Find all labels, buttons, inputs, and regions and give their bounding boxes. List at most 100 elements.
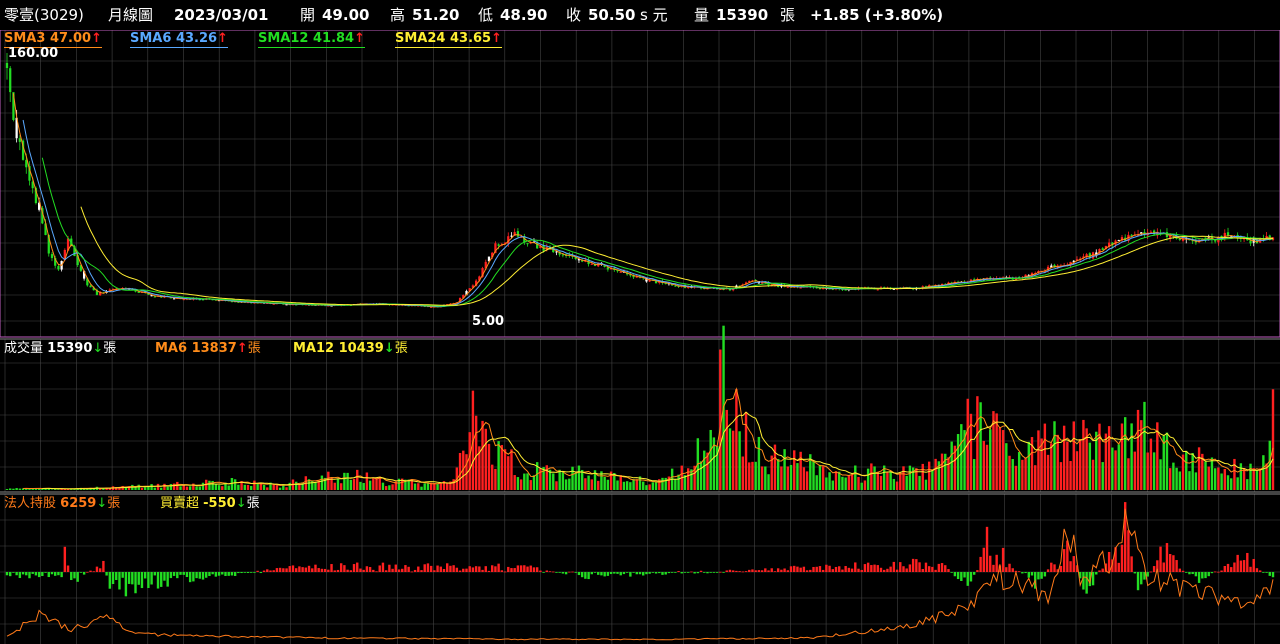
volume-ma6-label: MA6 <box>155 341 188 356</box>
net-buy-bar <box>953 572 957 577</box>
net-buy-bar <box>844 566 847 572</box>
volume-bar <box>1146 452 1149 490</box>
net-buy-bar <box>230 572 234 576</box>
volume-bar <box>1021 459 1024 490</box>
net-buy-bar <box>818 566 822 572</box>
net-buy-bar <box>388 564 391 572</box>
volume-bar <box>805 471 809 490</box>
volume-bar <box>748 462 751 490</box>
net-buy-bar <box>629 572 632 577</box>
volume-bar <box>458 452 462 490</box>
net-buy-bar <box>510 568 513 572</box>
net-buy-bar <box>118 572 121 590</box>
net-buy-bar <box>545 570 549 572</box>
net-buy-bar <box>391 568 394 572</box>
volume-bar <box>950 441 953 490</box>
net-buy-bar <box>1021 572 1024 574</box>
net-buy-bar <box>352 564 356 572</box>
volume-bar <box>574 472 577 490</box>
inst-net-legend[interactable]: 買賣超 -550↓張 <box>160 496 260 512</box>
sma6-legend[interactable]: SMA6 43.26↑ <box>130 31 228 48</box>
volume-ma12-legend[interactable]: MA12 10439↓張 <box>293 341 408 357</box>
period-label[interactable]: 月線圖 <box>108 0 153 30</box>
price-panel-frame <box>0 29 1280 338</box>
volume-ma6-legend[interactable]: MA6 13837↑張 <box>155 341 261 357</box>
net-buy-bar <box>330 564 333 572</box>
net-buy-bar <box>262 570 266 572</box>
net-buy-bar <box>359 568 362 572</box>
volume-bar <box>188 486 192 490</box>
net-buy-bar <box>619 572 622 576</box>
inst-holding-unit: 張 <box>107 496 121 511</box>
volume-bar <box>629 482 632 490</box>
volume-bar <box>12 488 15 490</box>
net-buy-bar <box>680 572 683 574</box>
volume-bar <box>288 482 291 490</box>
inst-holding-legend[interactable]: 法人持股 6259↓張 <box>4 496 120 512</box>
net-buy-bar <box>1271 572 1275 578</box>
volume-bar <box>519 479 523 490</box>
volume-bar <box>972 459 976 490</box>
net-buy-bar <box>150 572 153 585</box>
volume-bar <box>661 477 664 490</box>
volume-bar <box>9 488 12 490</box>
volume-bar <box>1239 463 1243 490</box>
net-buy-bar <box>294 568 298 572</box>
net-buy-bar <box>465 568 468 572</box>
volume-legend[interactable]: 成交量 15390↓張 <box>4 341 116 357</box>
net-buy-bar <box>1008 563 1011 572</box>
volume-bar <box>1062 425 1066 490</box>
sma24-legend[interactable]: SMA24 43.65↑ <box>395 31 503 48</box>
net-buy-bar <box>834 566 838 572</box>
net-buy-bar <box>47 572 50 578</box>
volume-bar <box>1143 401 1146 490</box>
net-buy-bar <box>243 572 246 573</box>
candle-body <box>1204 237 1207 239</box>
candle-body <box>1149 231 1153 233</box>
volume-bar <box>870 463 873 490</box>
price-max-label: 160.00 <box>8 46 59 61</box>
net-buy-bar <box>452 565 455 572</box>
volume-bar <box>580 469 584 490</box>
volume-bar <box>1024 457 1027 490</box>
net-buy-bar <box>147 572 150 589</box>
volume-bar <box>1207 466 1210 490</box>
candle-body <box>1101 248 1104 251</box>
net-buy-bar <box>278 567 282 572</box>
volume-ma12-label: MA12 <box>293 341 335 356</box>
volume-bar <box>780 466 783 490</box>
volume-bar <box>960 424 963 490</box>
volume-bar <box>828 472 831 490</box>
net-buy-bar <box>866 562 870 572</box>
volume-bar <box>368 480 372 490</box>
volume-bar <box>1194 472 1198 490</box>
net-buy-bar <box>275 568 279 572</box>
net-buy-bar <box>995 554 998 572</box>
volume-bar <box>568 478 571 490</box>
volume-bar <box>150 484 153 490</box>
net-buy-bar <box>368 567 372 572</box>
volume-bar <box>1127 458 1130 490</box>
volume-legend-label: 成交量 <box>4 341 44 356</box>
sma12-legend[interactable]: SMA12 41.84↑ <box>258 31 366 48</box>
net-buy-bar <box>282 568 285 572</box>
net-buy-bar <box>651 572 655 573</box>
volume-bar <box>1005 443 1008 490</box>
candle-body <box>516 231 520 237</box>
volume-bar <box>346 472 349 490</box>
candle-body <box>172 298 176 300</box>
volume-bar <box>256 483 259 490</box>
volume-bar <box>751 461 754 490</box>
net-buy-bar <box>638 572 642 575</box>
net-buy-bar <box>240 572 243 574</box>
volume-bar <box>866 468 870 490</box>
volume-bar <box>1034 465 1037 490</box>
net-buy-bar <box>1242 560 1246 572</box>
net-buy-bar <box>221 572 224 575</box>
net-buy-bar <box>507 566 510 572</box>
net-buy-bar <box>1191 572 1194 575</box>
net-buy-bar <box>73 572 76 579</box>
close-suffix: s 元 <box>640 6 668 24</box>
net-buy-bar <box>850 568 854 572</box>
net-buy-bar <box>789 566 793 572</box>
